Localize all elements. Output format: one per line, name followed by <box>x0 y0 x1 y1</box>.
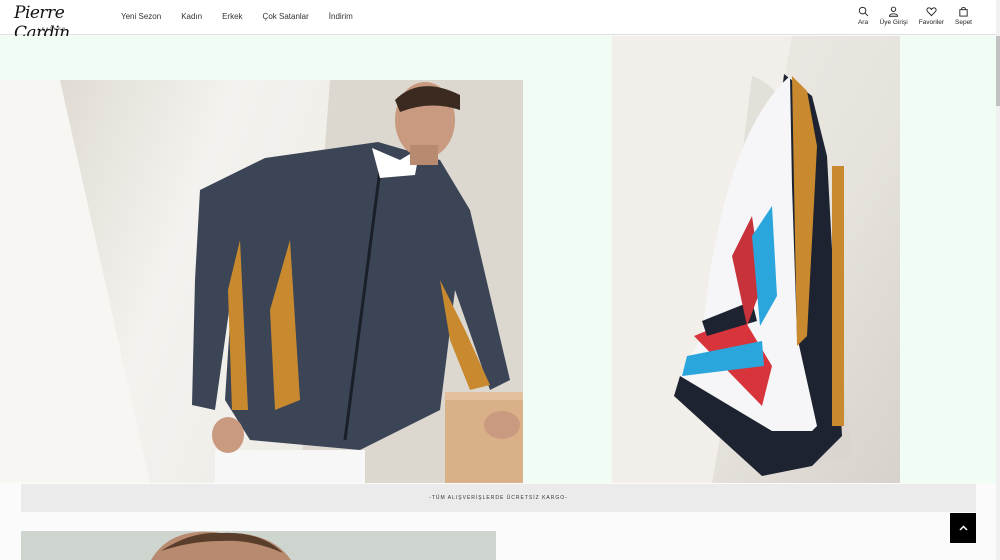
hanging-jacket-illustration <box>612 36 852 483</box>
favorites-label: Favoriler <box>918 19 944 26</box>
search-button[interactable]: Ara <box>858 6 869 26</box>
brand-logo-sub: LEATHER <box>38 26 67 31</box>
model-jacket-illustration <box>0 80 523 483</box>
favorites-button[interactable]: Favoriler <box>919 6 944 26</box>
shopping-bag-icon <box>959 7 968 17</box>
hero-image-hanging-jacket[interactable] <box>612 36 900 483</box>
nav-item-indirim[interactable]: İndirim <box>329 12 353 21</box>
free-shipping-text: -TÜM ALIŞVERİŞLERDE ÜCRETSİZ KARGO- <box>429 495 568 501</box>
user-icon <box>888 6 899 17</box>
search-icon <box>858 6 868 17</box>
heart-icon <box>926 7 937 17</box>
nav-item-cok-satanlar[interactable]: Çok Satanlar <box>263 12 309 21</box>
page-scrollbar[interactable] <box>996 0 1000 560</box>
hero-section <box>0 36 996 483</box>
cart-button[interactable]: Sepet <box>955 6 972 26</box>
nav-item-erkek[interactable]: Erkek <box>222 12 242 21</box>
cart-label: Sepet <box>955 19 972 26</box>
secondary-image-illustration <box>21 531 496 560</box>
account-button[interactable]: Üye Girişi <box>880 6 908 26</box>
account-label: Üye Girişi <box>879 19 908 26</box>
main-nav: Yeni Sezon Kadın Erkek Çok Satanlar İndi… <box>121 12 373 21</box>
nav-item-yeni-sezon[interactable]: Yeni Sezon <box>121 12 161 21</box>
hero-image-model-jacket[interactable] <box>0 80 523 483</box>
brand-logo[interactable]: Pierre Cardin LEATHER <box>14 3 94 43</box>
scrollbar-thumb[interactable] <box>996 36 1000 106</box>
nav-item-kadin[interactable]: Kadın <box>181 12 202 21</box>
scroll-to-top-button[interactable] <box>950 513 976 543</box>
header-tools: Ara Üye Girişi Favoriler Sepet <box>858 6 972 26</box>
site-header: Pierre Cardin LEATHER Yeni Sezon Kadın E… <box>0 0 1000 43</box>
chevron-up-icon <box>958 525 968 531</box>
search-label: Ara <box>857 19 869 26</box>
secondary-product-image[interactable] <box>21 531 496 560</box>
free-shipping-banner: -TÜM ALIŞVERİŞLERDE ÜCRETSİZ KARGO- <box>21 484 976 512</box>
